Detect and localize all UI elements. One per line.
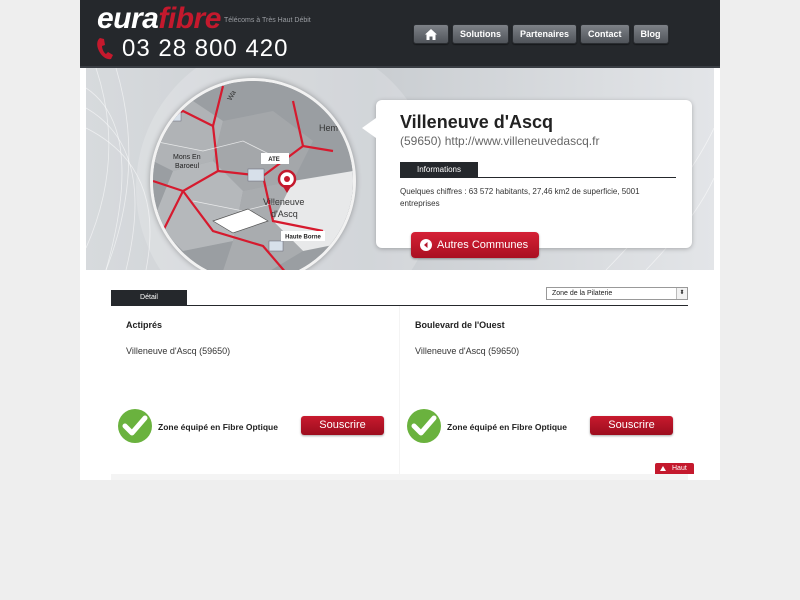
autres-communes-label: Autres Communes bbox=[437, 239, 529, 251]
back-to-top-label: Haut bbox=[672, 465, 687, 472]
zone-status: Zone équipé en Fibre Optique bbox=[158, 422, 278, 432]
chevron-updown-icon: ⬍ bbox=[676, 288, 687, 299]
zone-city: Villeneuve d'Ascq (59650) bbox=[126, 346, 231, 356]
autres-communes-button[interactable]: Autres Communes bbox=[411, 232, 539, 258]
map-label-ate: ATE bbox=[268, 157, 280, 163]
city-info-card: Villeneuve d'Ascq (59650) http://www.vil… bbox=[362, 100, 692, 248]
main-nav: Solutions Partenaires Contact Blog bbox=[413, 24, 669, 44]
logo-area[interactable]: eurafibre Télécoms à Très Haut Débit 03 … bbox=[88, 2, 388, 66]
map-label-dascq: d'Ascq bbox=[271, 209, 298, 219]
header: eurafibre Télécoms à Très Haut Débit 03 … bbox=[80, 0, 720, 68]
city-facts: Quelques chiffres : 63 572 habitants, 27… bbox=[400, 187, 640, 208]
map-label-haute-borne: Haute Borne bbox=[285, 235, 321, 241]
tab-informations[interactable]: Informations bbox=[400, 162, 478, 178]
zone-select-value: Zone de la Pilaterie bbox=[552, 290, 613, 297]
souscrire-button[interactable]: Souscrire bbox=[301, 416, 384, 435]
map-label-hem: Hem bbox=[319, 123, 338, 133]
zone-select[interactable]: Zone de la Pilaterie ⬍ bbox=[546, 287, 688, 300]
zone-card-actipres: Actiprés Villeneuve d'Ascq (59650) Zone … bbox=[111, 306, 399, 474]
city-name: Villeneuve d'Ascq bbox=[400, 112, 554, 132]
nav-blog-button[interactable]: Blog bbox=[632, 24, 669, 44]
city-map[interactable]: ATE Haute Borne Mons En Baroeul Villeneu… bbox=[150, 78, 356, 270]
nav-solutions-button[interactable]: Solutions bbox=[452, 24, 509, 44]
info-divider bbox=[400, 177, 676, 178]
logo-part-eura: eura bbox=[97, 2, 159, 35]
tagline: Télécoms à Très Haut Débit bbox=[224, 17, 311, 24]
zone-name: Actiprés bbox=[126, 320, 163, 330]
zone-card-boulevard-ouest: Boulevard de l'Ouest Villeneuve d'Ascq (… bbox=[400, 306, 688, 474]
back-to-top-button[interactable]: Haut bbox=[655, 463, 694, 474]
nav-contact-button[interactable]: Contact bbox=[580, 24, 630, 44]
home-icon bbox=[425, 28, 437, 40]
check-circle-icon bbox=[118, 409, 152, 443]
zone-status: Zone équipé en Fibre Optique bbox=[447, 422, 567, 432]
nav-partenaires-button[interactable]: Partenaires bbox=[512, 24, 578, 44]
zone-city: Villeneuve d'Ascq (59650) bbox=[415, 346, 520, 356]
eurafibre-logo[interactable]: eurafibre bbox=[97, 4, 221, 34]
hero-banner: ATE Haute Borne Mons En Baroeul Villeneu… bbox=[86, 68, 714, 270]
map-label-baroeul: Baroeul bbox=[175, 163, 200, 170]
city-postcode-url[interactable]: (59650) http://www.villeneuvedascq.fr bbox=[400, 134, 599, 148]
map-label-mons: Mons En bbox=[173, 154, 201, 161]
logo-part-fibre: fibre bbox=[158, 2, 221, 35]
arrow-left-circle-icon bbox=[420, 239, 432, 251]
phone-number[interactable]: 03 28 800 420 bbox=[122, 34, 288, 64]
zone-list: Actiprés Villeneuve d'Ascq (59650) Zone … bbox=[111, 306, 688, 480]
map-illustration: ATE Haute Borne Mons En Baroeul Villeneu… bbox=[153, 81, 353, 270]
nav-home-button[interactable] bbox=[413, 24, 449, 44]
souscrire-button[interactable]: Souscrire bbox=[590, 416, 673, 435]
phone-icon bbox=[97, 38, 113, 60]
tab-detail[interactable]: Détail bbox=[111, 290, 187, 305]
map-label-villeneuve: Villeneuve bbox=[263, 197, 304, 207]
page: eurafibre Télécoms à Très Haut Débit 03 … bbox=[80, 0, 720, 480]
zone-name: Boulevard de l'Ouest bbox=[415, 320, 505, 330]
check-circle-icon bbox=[407, 409, 441, 443]
